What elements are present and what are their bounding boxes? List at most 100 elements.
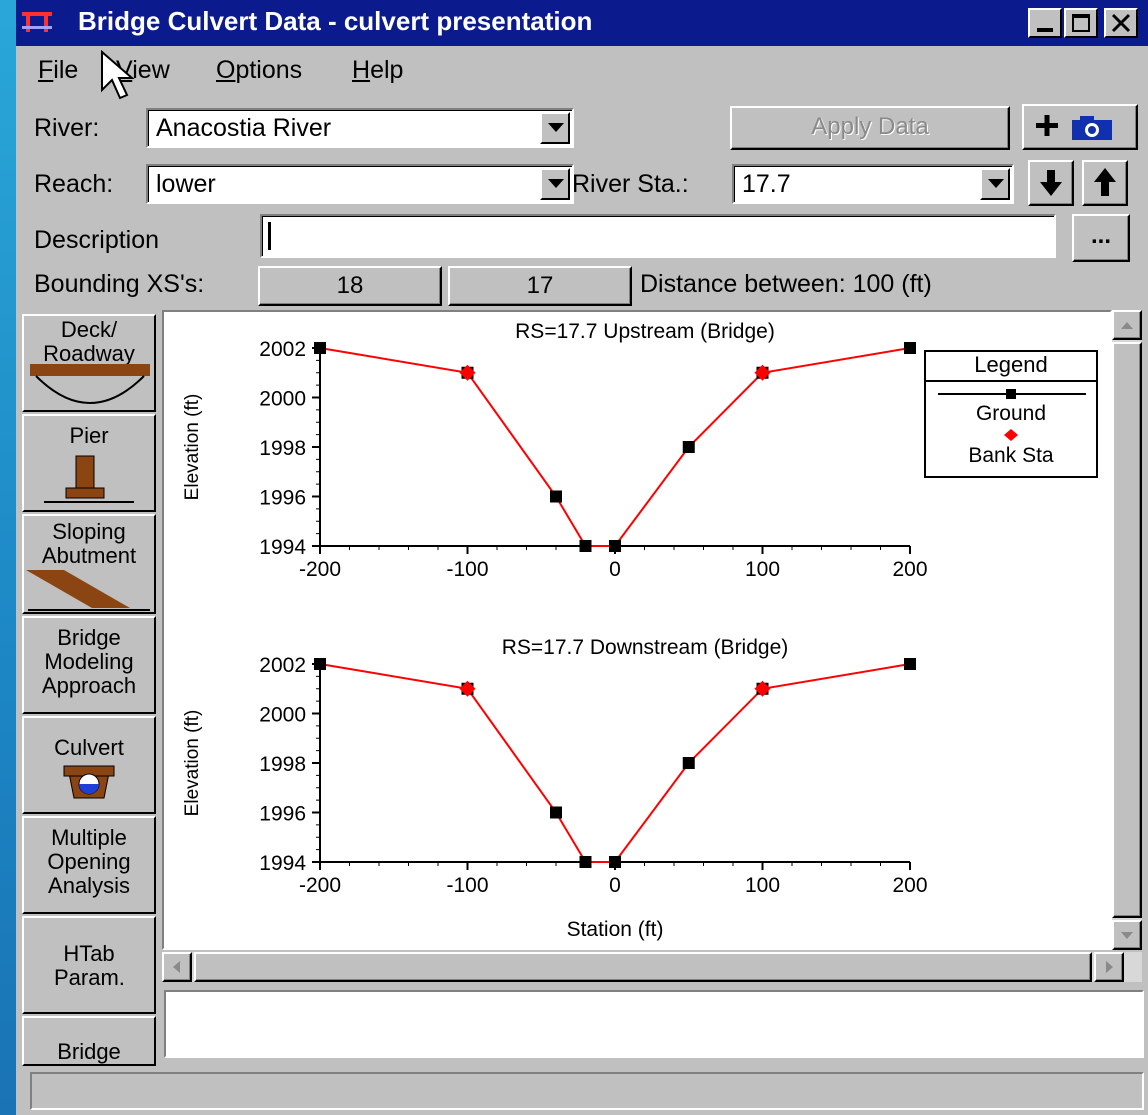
sloping-abutment-button[interactable]: Sloping Abutment bbox=[22, 514, 156, 614]
menu-options[interactable]: Options bbox=[216, 56, 302, 85]
chart-title: RS=17.7 Upstream (Bridge) bbox=[515, 320, 775, 343]
x-axis-label: Station (ft) bbox=[567, 918, 664, 941]
description-label: Description bbox=[34, 226, 160, 254]
apply-data-button[interactable]: Apply Data bbox=[730, 106, 1010, 150]
x-tick-label: 100 bbox=[745, 874, 780, 897]
ground-point bbox=[314, 658, 326, 670]
ground-line bbox=[319, 663, 911, 863]
y-tick-label: 1998 bbox=[259, 753, 306, 776]
maximize-icon bbox=[1072, 14, 1090, 32]
reach-dropdown-button[interactable] bbox=[540, 168, 570, 200]
x-tick-label: -200 bbox=[299, 558, 341, 581]
river-value: Anacostia River bbox=[156, 114, 332, 142]
scroll-up-icon bbox=[1121, 322, 1133, 329]
multiple-opening-analysis-button[interactable]: Multiple Opening Analysis bbox=[22, 816, 156, 914]
culvert-button[interactable]: Culvert bbox=[22, 716, 156, 814]
y-tick-label: 1998 bbox=[259, 437, 306, 460]
bounding-xs-label: Bounding XS's: bbox=[34, 270, 205, 298]
y-tick-label: 1994 bbox=[259, 536, 306, 559]
bridge-modeling-approach-button[interactable]: Bridge Modeling Approach bbox=[22, 616, 156, 714]
message-box bbox=[164, 990, 1144, 1058]
minimize-button[interactable] bbox=[1028, 8, 1062, 38]
scroll-up-button[interactable] bbox=[1112, 310, 1142, 340]
arrow-down-icon bbox=[1040, 170, 1062, 196]
window-title: Bridge Culvert Data - culvert presentati… bbox=[78, 6, 593, 36]
culvert-icon bbox=[63, 765, 115, 799]
ground-point bbox=[314, 342, 326, 354]
horizontal-scroll-thumb[interactable] bbox=[194, 952, 1092, 982]
x-tick-label: 200 bbox=[892, 874, 927, 897]
arrow-up-icon bbox=[1094, 168, 1116, 196]
app-icon bbox=[22, 12, 52, 32]
reach-select[interactable]: lower bbox=[146, 164, 574, 204]
status-bar bbox=[30, 1072, 1144, 1110]
plot-area: 1994 1996 1998 2000 2002 -200 -100 0 100 200 RS=17… bbox=[162, 310, 1112, 950]
ground-point bbox=[682, 757, 695, 769]
deck-roadway-button[interactable]: Deck/ Roadway bbox=[22, 314, 156, 412]
legend-ground-swatch bbox=[938, 389, 1086, 399]
river-select[interactable]: Anacostia River bbox=[146, 108, 574, 148]
add-picture-button[interactable] bbox=[1022, 104, 1138, 150]
scroll-left-icon bbox=[173, 961, 180, 973]
ground-point bbox=[579, 540, 592, 552]
deck-roadway-icon bbox=[30, 364, 150, 404]
pier-label: Pier bbox=[69, 423, 109, 448]
x-tick-label: 200 bbox=[892, 558, 927, 581]
text-caret bbox=[268, 222, 271, 250]
bridge-modeling-approach-label: Bridge Modeling Approach bbox=[41, 625, 137, 698]
y-tick-label: 1996 bbox=[259, 803, 306, 826]
htab-param-button[interactable]: HTab Param. bbox=[22, 916, 156, 1014]
ground-point bbox=[904, 658, 916, 670]
ground-point bbox=[579, 856, 592, 868]
maximize-button[interactable] bbox=[1064, 8, 1098, 38]
scroll-left-button[interactable] bbox=[162, 952, 192, 982]
legend-title: Legend bbox=[926, 352, 1096, 382]
legend-bank-label: Bank Sta bbox=[968, 444, 1054, 467]
close-icon bbox=[1111, 13, 1131, 33]
river-sta-value: 17.7 bbox=[742, 170, 791, 198]
reach-value: lower bbox=[156, 170, 216, 198]
x-tick-label: 0 bbox=[609, 558, 621, 581]
y-axis-label: Elevation (ft) bbox=[182, 394, 203, 501]
scroll-right-button[interactable] bbox=[1094, 952, 1124, 982]
deck-roadway-label: Deck/ Roadway bbox=[43, 317, 135, 366]
ground-point bbox=[550, 806, 562, 819]
legend-box: Legend Ground Bank Sta bbox=[924, 350, 1098, 478]
plus-camera-icon bbox=[1036, 115, 1112, 140]
htab-param-label: HTab Param. bbox=[54, 941, 125, 990]
culvert-label: Culvert bbox=[54, 735, 124, 760]
scroll-down-button[interactable] bbox=[1112, 920, 1142, 950]
ground-point bbox=[609, 856, 621, 868]
y-tick-label: 1994 bbox=[259, 852, 306, 875]
close-button[interactable] bbox=[1104, 8, 1138, 38]
legend-ground-label: Ground bbox=[975, 402, 1047, 425]
description-input[interactable] bbox=[260, 214, 1056, 258]
x-tick-label: -100 bbox=[446, 874, 488, 897]
bounding-xs-downstream-button[interactable]: 17 bbox=[448, 266, 632, 306]
menu-file[interactable]: File bbox=[38, 56, 78, 85]
river-sta-select[interactable]: 17.7 bbox=[732, 164, 1014, 204]
pier-button[interactable]: Pier bbox=[22, 414, 156, 512]
mouse-cursor-icon bbox=[101, 50, 135, 100]
ground-point bbox=[550, 490, 562, 503]
x-tick-label: -100 bbox=[446, 558, 488, 581]
river-sta-dropdown-button[interactable] bbox=[980, 168, 1010, 200]
y-axis-label: Elevation (ft) bbox=[182, 710, 203, 817]
bounding-xs-upstream-button[interactable]: 18 bbox=[258, 266, 442, 306]
vertical-scrollbar[interactable] bbox=[1112, 310, 1142, 950]
ground-point bbox=[609, 540, 621, 552]
scroll-thumb[interactable] bbox=[1112, 342, 1142, 918]
next-station-button[interactable] bbox=[1028, 160, 1074, 206]
ground-point bbox=[682, 441, 695, 453]
pier-icon bbox=[44, 455, 134, 503]
ground-line bbox=[319, 347, 911, 547]
bridge-button[interactable]: Bridge bbox=[22, 1016, 156, 1066]
sloping-abutment-icon bbox=[26, 570, 150, 611]
menu-help[interactable]: Help bbox=[352, 56, 403, 85]
previous-station-button[interactable] bbox=[1082, 160, 1128, 206]
description-ellipsis-button[interactable]: ... bbox=[1072, 214, 1130, 262]
menu-bar: File View Options Help bbox=[16, 48, 1148, 100]
title-bar[interactable]: Bridge Culvert Data - culvert presentati… bbox=[16, 0, 1148, 46]
river-dropdown-button[interactable] bbox=[540, 112, 570, 144]
horizontal-scrollbar[interactable] bbox=[162, 952, 1142, 982]
